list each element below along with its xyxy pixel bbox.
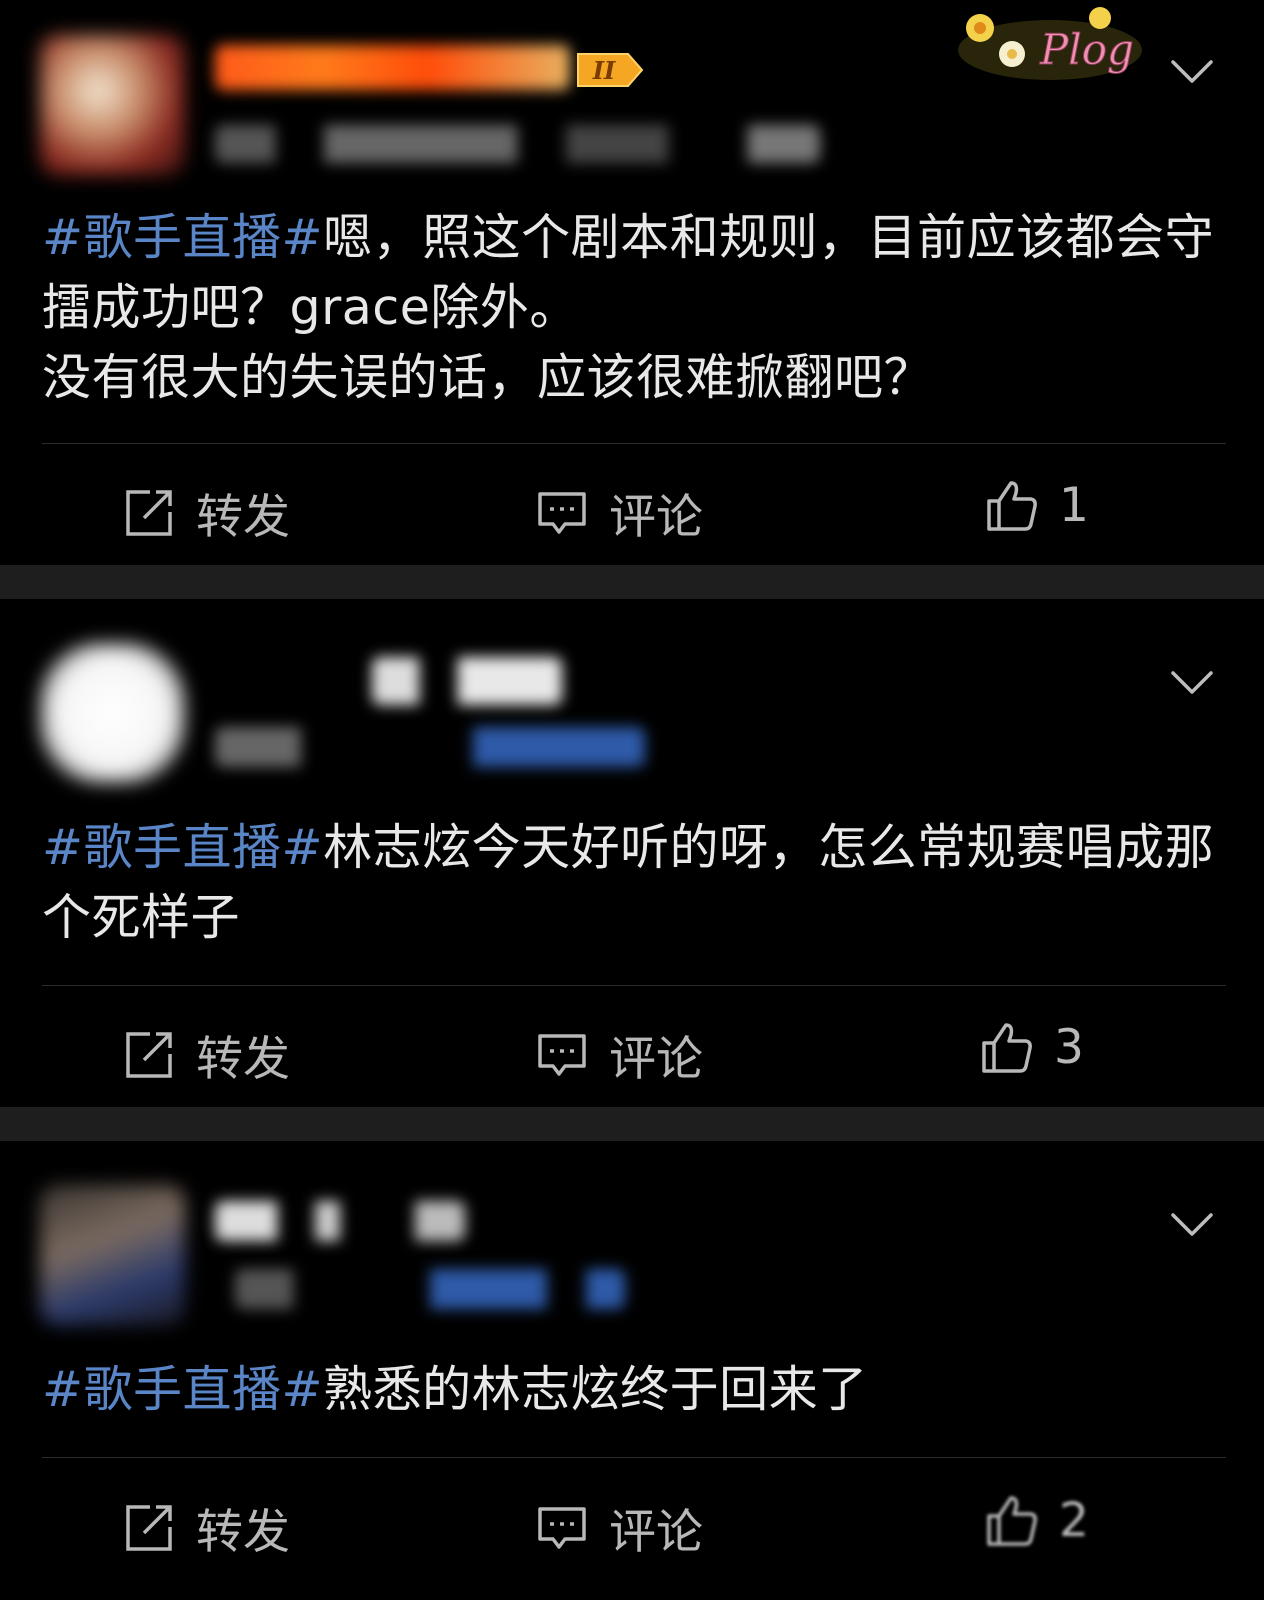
svg-text:Plog: Plog — [1039, 25, 1134, 74]
level-badge: II — [576, 50, 648, 90]
comment-icon — [535, 1501, 589, 1555]
section-separator — [0, 1107, 1264, 1141]
post-meta-blurred — [215, 727, 645, 767]
section-separator — [0, 565, 1264, 599]
username-blurred[interactable] — [215, 45, 570, 90]
repost-button[interactable]: 转发 — [122, 478, 290, 547]
chevron-down-icon[interactable] — [1170, 669, 1214, 697]
avatar[interactable] — [40, 643, 185, 783]
repost-button[interactable]: 转发 — [122, 1493, 290, 1562]
avatar[interactable] — [40, 1185, 185, 1325]
comment-label: 评论 — [609, 490, 703, 545]
post-card: II Plog #歌手直播#嗯，照这个剧本和规则，目前应该都会守擂成功吧？gra… — [0, 0, 1264, 565]
plog-sticker: Plog — [950, 2, 1150, 88]
like-icon — [980, 1021, 1034, 1075]
hashtag-link[interactable]: #歌手直播# — [42, 209, 323, 266]
comment-button[interactable]: 评论 — [535, 478, 703, 547]
post-meta-blurred — [235, 1269, 625, 1309]
like-count: 1 — [1059, 478, 1089, 533]
comment-button[interactable]: 评论 — [535, 1493, 703, 1562]
username-blurred[interactable] — [372, 657, 562, 705]
post-body: #歌手直播#嗯，照这个剧本和规则，目前应该都会守擂成功吧？grace除外。 没有… — [42, 203, 1227, 413]
divider — [42, 985, 1226, 986]
like-count: 3 — [1054, 1020, 1084, 1075]
comment-label: 评论 — [609, 1505, 703, 1560]
repost-icon — [122, 1028, 176, 1082]
hashtag-link[interactable]: #歌手直播# — [42, 819, 323, 876]
post-text: 熟悉的林志炫终于回来了 — [323, 1361, 868, 1418]
repost-label: 转发 — [196, 1032, 290, 1087]
divider — [42, 443, 1226, 444]
repost-label: 转发 — [196, 490, 290, 545]
post-card: #歌手直播#熟悉的林志炫终于回来了 转发 评论 2 — [0, 1141, 1264, 1600]
comment-icon — [535, 1028, 589, 1082]
comment-icon — [535, 486, 589, 540]
svg-text:II: II — [592, 56, 616, 85]
like-icon — [985, 479, 1039, 533]
post-meta-blurred — [215, 125, 820, 163]
repost-icon — [122, 486, 176, 540]
like-count: 2 — [1059, 1493, 1089, 1548]
repost-button[interactable]: 转发 — [122, 1020, 290, 1089]
comment-label: 评论 — [609, 1032, 703, 1087]
post-body: #歌手直播#熟悉的林志炫终于回来了 — [42, 1355, 1227, 1425]
like-button[interactable]: 2 — [985, 1493, 1089, 1548]
repost-icon — [122, 1501, 176, 1555]
post-card: #歌手直播#林志炫今天好听的呀，怎么常规赛唱成那个死样子 转发 评论 3 — [0, 599, 1264, 1107]
divider — [42, 1457, 1226, 1458]
comment-button[interactable]: 评论 — [535, 1020, 703, 1089]
like-button[interactable]: 1 — [985, 478, 1089, 533]
chevron-down-icon[interactable] — [1170, 1211, 1214, 1239]
post-body: #歌手直播#林志炫今天好听的呀，怎么常规赛唱成那个死样子 — [42, 813, 1227, 953]
username-blurred[interactable] — [215, 1201, 465, 1241]
repost-label: 转发 — [196, 1505, 290, 1560]
avatar[interactable] — [40, 35, 185, 175]
like-icon — [985, 1494, 1039, 1548]
chevron-down-icon[interactable] — [1170, 58, 1214, 86]
hashtag-link[interactable]: #歌手直播# — [42, 1361, 323, 1418]
like-button[interactable]: 3 — [980, 1020, 1084, 1075]
